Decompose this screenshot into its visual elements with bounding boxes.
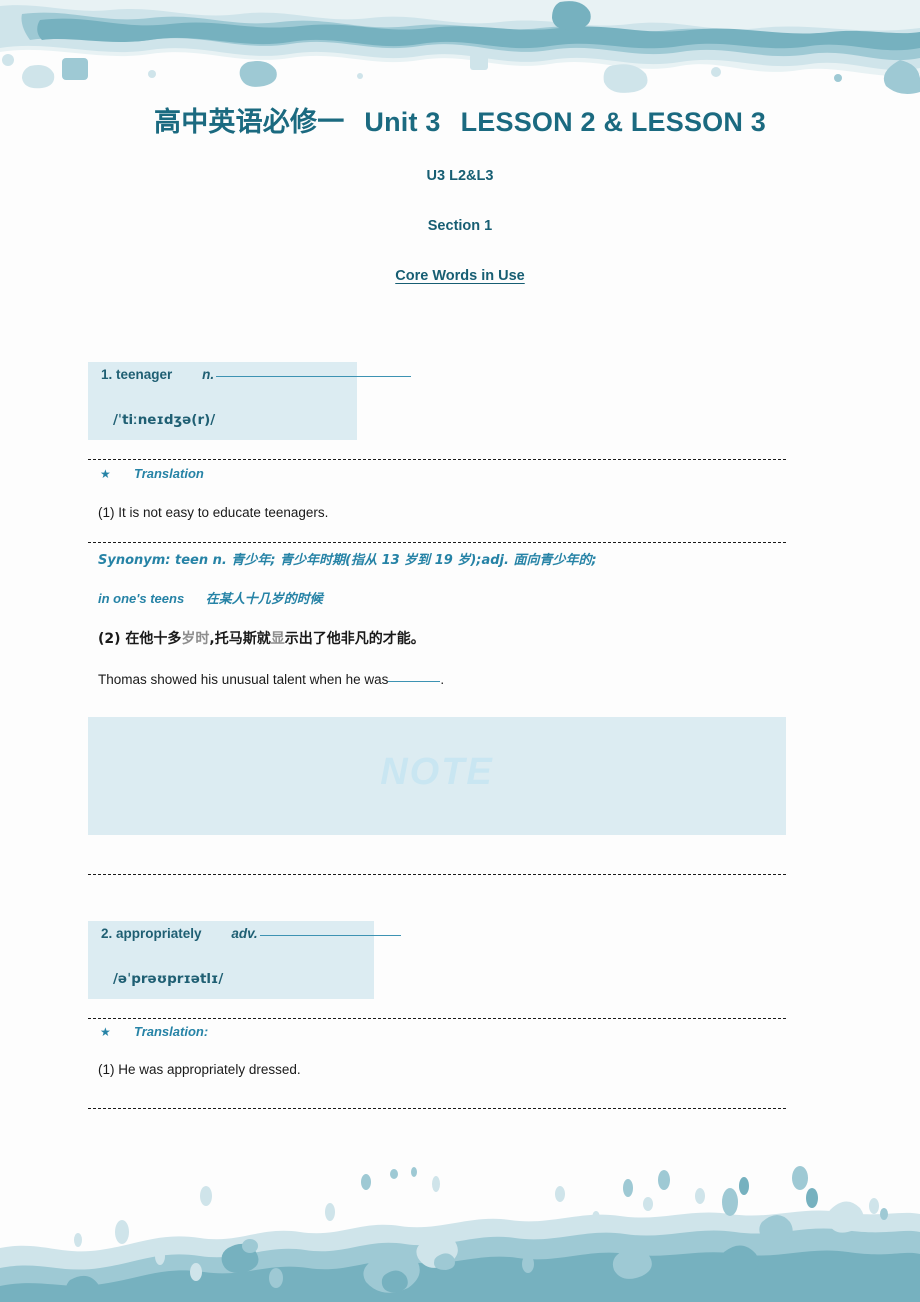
entry-1-example-1: (1) It is not easy to educate teenagers.	[98, 505, 329, 520]
entry-2-part-of-speech: adv.	[231, 926, 258, 941]
entry-1-synonym-line-1: Synonym: teen n. 青少年; 青少年时期(指从 13 岁到 19 …	[98, 553, 597, 568]
entry-2-translation-label: ★ Translation:	[100, 1024, 209, 1039]
footer-watercolor-decoration	[0, 1166, 920, 1302]
entry-2-definition-blank[interactable]	[259, 935, 401, 936]
subtitle-section: Section 1	[427, 218, 493, 234]
entry-1-part-of-speech: n.	[202, 367, 215, 382]
page-title: 高中英语必修一 Unit 3 LESSON 2 & LESSON 3	[0, 100, 920, 139]
entry-1-synonym-line-2: in one's teens 在某人十几岁的时候	[98, 591, 323, 607]
entry-1-number: 1.	[101, 367, 113, 382]
divider-4	[88, 874, 786, 875]
entry-2-phonetic: /əˈprəʊprɪətlɪ/	[113, 971, 224, 987]
divider-1	[88, 459, 786, 460]
entry-2-number: 2.	[101, 926, 113, 941]
entry-1-word: teenager	[116, 367, 173, 382]
title-chinese: 高中英语必修一	[154, 107, 345, 137]
entry-1-phonetic: /ˈtiːneɪdʒə(r)/	[113, 412, 216, 428]
divider-2	[88, 542, 786, 543]
subtitle-unit-lesson: U3 L2&L3	[426, 168, 494, 184]
subtitle-core-words: Core Words in Use	[395, 268, 525, 284]
star-icon: ★	[100, 1025, 111, 1039]
star-icon: ★	[100, 467, 111, 481]
entry-2-example-1: (1) He was appropriately dressed.	[98, 1062, 301, 1077]
entry-1-example-2-chinese: (2) 在他十多岁时,托马斯就显示出了他非凡的才能。	[98, 631, 425, 647]
note-watermark-label: NOTE	[380, 751, 494, 793]
divider-6	[88, 1108, 786, 1109]
entry-1-definition-blank[interactable]	[216, 376, 412, 377]
entry-2-word: appropriately	[116, 926, 202, 941]
entry-2-heading: 2. appropriately adv.	[101, 926, 401, 941]
title-lessons: LESSON 2 & LESSON 3	[460, 107, 766, 137]
entry-1-translation-label: ★ Translation	[100, 466, 204, 481]
divider-5	[88, 1018, 786, 1019]
note-box[interactable]: NOTE	[88, 717, 786, 835]
worksheet-page: 高中英语必修一 Unit 3 LESSON 2 & LESSON 3 U3 L2&L…	[0, 0, 920, 1302]
entry-1-answer-blank[interactable]	[388, 681, 441, 682]
entry-1-example-2-english: Thomas showed his unusual talent when he…	[98, 672, 445, 687]
title-unit: Unit 3	[364, 107, 441, 137]
entry-1-heading: 1. teenager n.	[101, 367, 412, 382]
